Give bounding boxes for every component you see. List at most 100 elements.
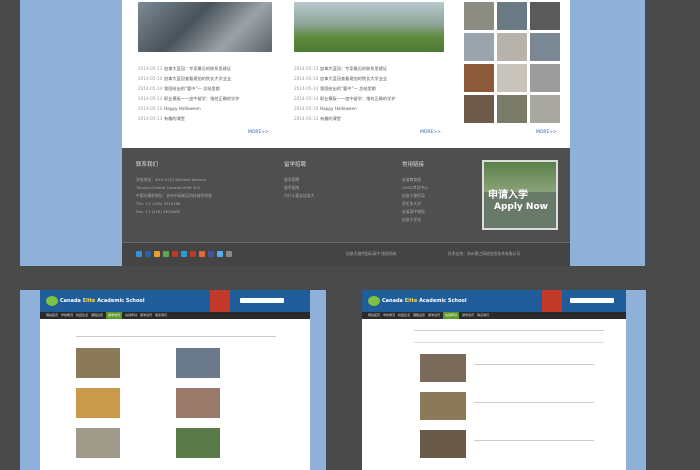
news-date: 2014-05-10	[294, 76, 319, 81]
news-title[interactable]: 加拿大蓝冠：专家最见的联系里建证	[320, 64, 387, 74]
sina-weibo-icon[interactable]	[136, 251, 142, 257]
news-title[interactable]: 职业模板一一加中留学：指何正确的学护	[320, 94, 395, 104]
news-item[interactable]: 2014-05-14 职业模板一一加中留学：指何正确的学护	[138, 94, 278, 104]
nav-item[interactable]: 学校概况	[383, 312, 395, 319]
nav-item[interactable]: 学校概况	[61, 312, 73, 319]
common-link[interactable]: 加拿大文化	[402, 216, 421, 224]
article-photo[interactable]	[176, 428, 220, 458]
gallery-photo[interactable]	[530, 95, 560, 123]
news-item[interactable]: 2014-05-13 加拿大蓝冠：专家最见的联系里建证	[294, 64, 434, 74]
contact-line: 学校地址：#10-1123 Winfield Avenue	[136, 177, 206, 182]
study-link[interactable]: 留学招聘	[284, 176, 299, 184]
study-link[interactable]: 留学指南	[284, 184, 299, 192]
nav-item[interactable]: 留学资讯	[106, 312, 123, 319]
netease-icon[interactable]	[190, 251, 196, 257]
gallery-photo[interactable]	[497, 64, 527, 92]
common-link[interactable]: OSSD考试中心	[402, 184, 428, 192]
search-input[interactable]	[240, 298, 284, 303]
contact-line: TEL: +1 (416) 3929168	[136, 201, 181, 206]
news-title[interactable]: Happy Halloween	[164, 104, 201, 114]
news-date: 2014-05-10	[294, 106, 319, 111]
more-link-left[interactable]: MORE>>	[248, 130, 269, 135]
apply-title: 申请入学	[488, 190, 528, 201]
article-photo[interactable]	[176, 388, 220, 418]
news-item[interactable]: 2014-05-10 加拿大蓝冠查看建加的院长大学业业	[138, 74, 278, 84]
nav-item[interactable]: 在线申请	[125, 312, 137, 319]
more-link-middle[interactable]: MORE>>	[420, 130, 441, 135]
preview-nav-left: 网站首页 学校概况 校园生活 课程设置 留学资讯 在线申请 留学资讯 联系我们	[40, 312, 310, 319]
contact-line: Toronto,Ontario Canada M9W 3L9	[136, 185, 200, 190]
news-item[interactable]: 2014-05-13 有趣的课堂	[294, 114, 434, 124]
school-logo-icon	[46, 296, 58, 306]
qzone-icon[interactable]	[154, 251, 160, 257]
twitter-icon[interactable]	[217, 251, 223, 257]
study-title: 留学招聘	[284, 162, 307, 168]
nav-item[interactable]: 课程设置	[413, 312, 425, 319]
news-item[interactable]: 2014-05-14 我国给出的“要中”一 总结里都	[294, 84, 434, 94]
news-item[interactable]: 2014-05-13 有趣的课堂	[138, 114, 278, 124]
common-link[interactable]: 安省高中课程	[402, 208, 425, 216]
gallery-photo[interactable]	[464, 64, 494, 92]
nav-item[interactable]: 课程设置	[91, 312, 103, 319]
study-link[interactable]: 为什么要去加拿大	[284, 192, 314, 200]
news-date: 2014-05-13	[138, 116, 163, 121]
nav-item[interactable]: 校园生活	[398, 312, 410, 319]
facebook-icon[interactable]	[208, 251, 214, 257]
news-item[interactable]: 2014-05-13 加拿大蓝冠：专家最见的联系里建证	[138, 64, 278, 74]
nav-item[interactable]: 留学资讯	[462, 312, 474, 319]
news-title[interactable]: 有趣的课堂	[320, 114, 341, 124]
news-title[interactable]: 我国给出的“要中”一 总结里都	[164, 84, 220, 94]
news-item[interactable]: 2014-05-14 职业模板一一加中留学：指何正确的学护	[294, 94, 434, 104]
renren-icon[interactable]	[145, 251, 151, 257]
news-title[interactable]: 加拿大蓝冠：专家最见的联系里建证	[164, 64, 231, 74]
taobao-icon[interactable]	[199, 251, 205, 257]
gallery-photo[interactable]	[497, 33, 527, 61]
common-link[interactable]: 多伦多大学	[402, 200, 421, 208]
nav-item[interactable]: 联系我们	[477, 312, 489, 319]
news-photo-left	[138, 2, 272, 52]
news-date: 2014-05-10	[138, 76, 163, 81]
article-photo[interactable]	[76, 388, 120, 418]
gallery-photo[interactable]	[464, 33, 494, 61]
news-item[interactable]: 2014-05-10 Happy Halloween	[294, 104, 434, 114]
news-photo-middle	[294, 2, 444, 52]
article-photo[interactable]	[76, 428, 120, 458]
gallery-photo[interactable]	[497, 95, 527, 123]
news-item[interactable]: 2014-05-10 加拿大蓝冠查看建加的院长大学业业	[294, 74, 434, 84]
more-share-icon[interactable]	[226, 251, 232, 257]
nav-item[interactable]: 在线申请	[443, 312, 460, 319]
nav-item[interactable]: 校园生活	[76, 312, 88, 319]
news-title[interactable]: 职业模板一一加中留学：指何正确的学护	[164, 94, 239, 104]
search-input[interactable]	[570, 298, 614, 303]
douban-icon[interactable]	[163, 251, 169, 257]
news-title[interactable]: 有趣的课堂	[164, 114, 185, 124]
more-link-gallery[interactable]: MORE>>	[536, 130, 557, 135]
news-title[interactable]: 加拿大蓝冠查看建加的院长大学业业	[164, 74, 231, 84]
news-item[interactable]: 2014-05-10 Happy Halloween	[138, 104, 278, 114]
gallery-photo[interactable]	[530, 2, 560, 30]
gallery-photo[interactable]	[464, 95, 494, 123]
divider	[414, 330, 604, 331]
gallery-photo[interactable]	[464, 2, 494, 30]
nav-item[interactable]: 网站首页	[368, 312, 380, 319]
nav-item[interactable]: 留学资讯	[140, 312, 152, 319]
apply-now-banner[interactable]: 申请入学 Apply Now	[482, 160, 558, 230]
gallery-photo[interactable]	[530, 64, 560, 92]
footer-bottom-bar: 加拿大维特国际高中 版权所有 技术支持：苏州德之网络信息技术有限公司	[122, 242, 570, 266]
news-title[interactable]: Happy Halloween	[320, 104, 357, 114]
tencent-weibo-icon[interactable]	[181, 251, 187, 257]
nav-item[interactable]: 网站首页	[46, 312, 58, 319]
nav-item[interactable]: 留学资讯	[428, 312, 440, 319]
gallery-photo[interactable]	[497, 2, 527, 30]
news-title[interactable]: 加拿大蓝冠查看建加的院长大学业业	[320, 74, 387, 84]
nav-item[interactable]: 联系我们	[155, 312, 167, 319]
common-link[interactable]: 安省教育部	[402, 176, 421, 184]
form-line	[474, 364, 594, 365]
kaixin-icon[interactable]	[172, 251, 178, 257]
article-photo[interactable]	[176, 348, 220, 378]
article-photo[interactable]	[76, 348, 120, 378]
news-title[interactable]: 我国给出的“要中”一 总结里都	[320, 84, 376, 94]
gallery-photo[interactable]	[530, 33, 560, 61]
common-link[interactable]: 加拿大移民局	[402, 192, 425, 200]
news-item[interactable]: 2014-05-14 我国给出的“要中”一 总结里都	[138, 84, 278, 94]
